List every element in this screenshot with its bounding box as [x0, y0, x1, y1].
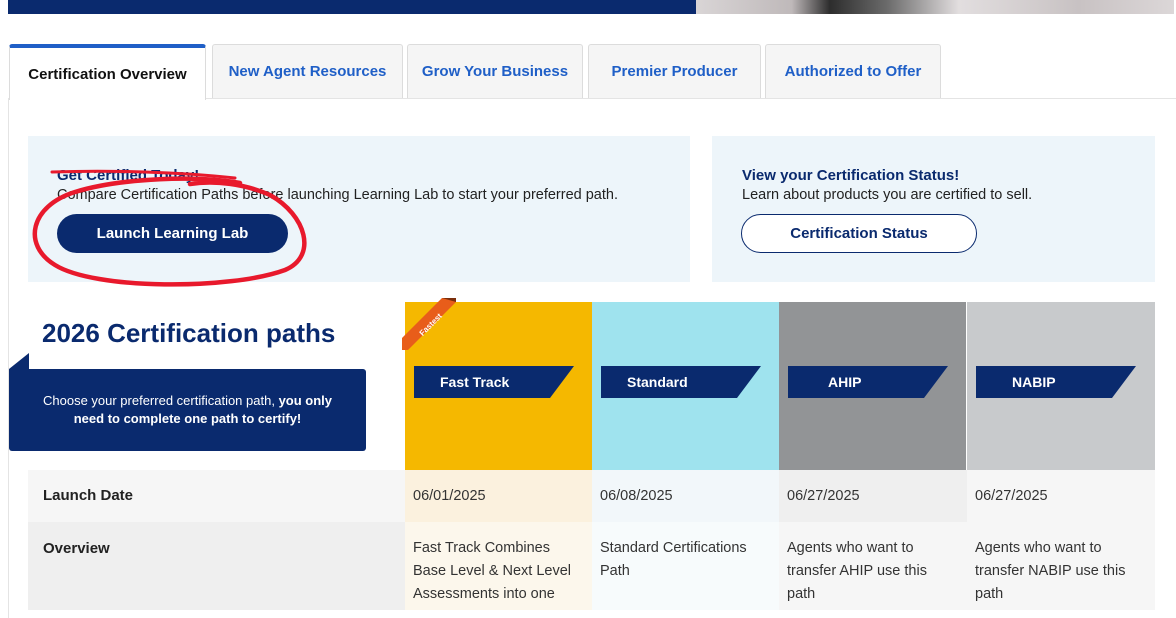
fast-track-overview: Fast Track Combines Base Level & Next Le…	[413, 540, 571, 602]
top-banner-image	[696, 0, 1174, 14]
fastest-ribbon: Fastest	[402, 298, 456, 350]
standard-launch-date: 06/08/2025	[600, 488, 673, 504]
tab-grow-your-business[interactable]: Grow Your Business	[407, 44, 583, 98]
standard-overview: Standard Certifications Path	[600, 540, 747, 579]
nabip-label: NABIP	[1012, 374, 1056, 390]
get-certified-title: Get Certified Today!	[57, 167, 200, 184]
ahip-label: AHIP	[828, 374, 862, 390]
nabip-pill: NABIP	[976, 366, 1146, 398]
standard-label: Standard	[627, 374, 688, 390]
paths-note-plain: Choose your preferred certification path…	[42, 393, 279, 408]
fast-track-launch-date: 06/01/2025	[413, 488, 486, 504]
get-certified-card	[28, 136, 690, 282]
nabip-launch-date: 06/27/2025	[975, 488, 1048, 504]
top-banner-bar	[8, 0, 696, 14]
certification-status-button[interactable]: Certification Status	[741, 214, 977, 253]
overview-label: Overview	[43, 540, 110, 557]
get-certified-text: Compare Certification Paths before launc…	[57, 187, 618, 203]
tab-authorized-to-offer[interactable]: Authorized to Offer	[765, 44, 941, 98]
standard-pill: Standard	[601, 366, 771, 398]
note-fold	[9, 353, 29, 369]
launch-learning-lab-button[interactable]: Launch Learning Lab	[57, 214, 288, 253]
certification-status-title: View your Certification Status!	[742, 167, 960, 184]
fast-track-label: Fast Track	[440, 374, 510, 390]
tab-certification-overview[interactable]: Certification Overview	[9, 44, 206, 100]
paths-heading: 2026 Certification paths	[42, 318, 336, 348]
ahip-launch-date: 06/27/2025	[787, 488, 860, 504]
launch-date-label: Launch Date	[43, 487, 134, 504]
tab-new-agent-resources[interactable]: New Agent Resources	[212, 44, 403, 98]
ahip-overview: Agents who want to transfer AHIP use thi…	[787, 540, 927, 602]
paths-note: Choose your preferred certification path…	[9, 369, 366, 451]
tab-premier-producer[interactable]: Premier Producer	[588, 44, 761, 98]
certification-status-text: Learn about products you are certified t…	[742, 187, 1033, 203]
nabip-overview: Agents who want to transfer NABIP use th…	[975, 540, 1126, 602]
certification-status-card	[712, 136, 1155, 282]
ahip-pill: AHIP	[788, 366, 958, 398]
fast-track-pill: Fast Track	[414, 366, 584, 398]
